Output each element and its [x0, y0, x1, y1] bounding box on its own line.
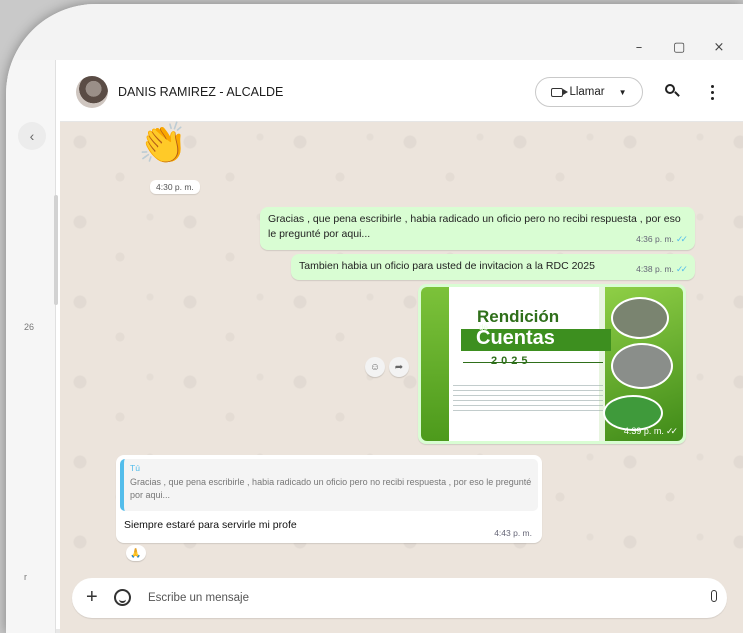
attach-plus-icon[interactable]: +: [86, 586, 98, 608]
poster-fine-print: [453, 385, 603, 411]
close-button[interactable]: ×: [713, 40, 725, 55]
maximize-button[interactable]: ▢: [673, 40, 685, 55]
message-text: Tambien habia un oficio para usted de in…: [299, 260, 595, 272]
composer-box: +: [72, 578, 727, 618]
chat-header: DANIS RAMIREZ - ALCALDE Llamar ▼: [60, 60, 743, 122]
composer-bar: +: [60, 572, 743, 633]
poster-subtitle: Cuentas: [476, 327, 555, 349]
message-area[interactable]: 👏 4:30 p. m. Gracias , que pena escribir…: [60, 122, 743, 572]
incoming-reply-message[interactable]: Tú Gracias , que pena escribirle , habia…: [116, 455, 542, 543]
message-timestamp: 4:43 p. m.: [494, 528, 532, 538]
outgoing-message[interactable]: Gracias , que pena escribirle , habia ra…: [260, 207, 695, 250]
message-actions: ☺ ➦: [365, 357, 409, 377]
poster-year: 2025: [491, 355, 532, 367]
rendicion-cuentas-poster[interactable]: Rendición de Cuentas 2025 4:39 p. m. ✓✓: [421, 287, 683, 441]
collapse-arrow-icon[interactable]: ‹: [18, 122, 46, 150]
forward-icon[interactable]: ➦: [389, 357, 409, 377]
call-button-label: Llamar: [569, 86, 605, 98]
emoji-react-icon[interactable]: ☺: [365, 357, 385, 377]
title-bar: – ▢ ×: [6, 4, 743, 60]
chat-list-panel: ‹ 26 r s: [6, 60, 58, 633]
minimize-button[interactable]: –: [633, 40, 645, 55]
read-ticks-icon: ✓✓: [665, 426, 678, 436]
chevron-down-icon: ▼: [618, 87, 627, 97]
contact-name[interactable]: DANIS RAMIREZ - ALCALDE: [118, 85, 283, 99]
message-timestamp: 4:38 p. m. ✓✓: [636, 264, 688, 274]
chat-list-fragment: r: [24, 572, 27, 582]
message-text: Siempre estaré para servirle mi profe: [124, 519, 297, 531]
chat-list-scrollbar[interactable]: [54, 195, 58, 305]
message-timestamp: 4:36 p. m. ✓✓: [636, 234, 688, 244]
chat-list-count: 26: [24, 322, 35, 332]
poster-photo: [611, 343, 673, 389]
sticker-icon[interactable]: [114, 589, 131, 606]
quoted-message[interactable]: Tú Gracias , que pena escribirle , habia…: [120, 459, 538, 511]
app-window: – ▢ × ‹ 26 r s DANIS RAMIREZ - ALCALDE L…: [6, 4, 743, 633]
window-controls: – ▢ ×: [633, 40, 725, 55]
poster-photo: [611, 297, 669, 339]
outgoing-message[interactable]: Tambien habia un oficio para usted de in…: [291, 254, 695, 280]
message-input[interactable]: [148, 586, 668, 610]
more-options-button[interactable]: [706, 82, 718, 102]
read-ticks-icon: ✓✓: [675, 234, 688, 244]
sticker-timestamp: 4:30 p. m.: [150, 180, 200, 194]
quoted-text: Gracias , que pena escribirle , habia ra…: [130, 477, 532, 500]
more-vertical-icon: [710, 84, 714, 88]
contact-avatar[interactable]: [76, 76, 108, 108]
call-button[interactable]: Llamar ▼: [535, 77, 643, 107]
search-button[interactable]: [662, 82, 682, 102]
read-ticks-icon: ✓✓: [675, 264, 688, 274]
quoted-author: Tú: [130, 463, 140, 473]
image-message[interactable]: Rendición de Cuentas 2025 4:39 p. m. ✓✓: [418, 284, 686, 444]
reaction-badge[interactable]: 🙏: [126, 545, 146, 561]
message-text: Gracias , que pena escribirle , habia ra…: [268, 213, 681, 240]
message-timestamp: 4:39 p. m. ✓✓: [623, 426, 678, 436]
video-camera-icon: [551, 87, 569, 97]
poster-title: Rendición: [477, 307, 560, 326]
clapping-hands-sticker[interactable]: 👏: [138, 122, 188, 166]
microphone-icon[interactable]: [711, 590, 717, 602]
